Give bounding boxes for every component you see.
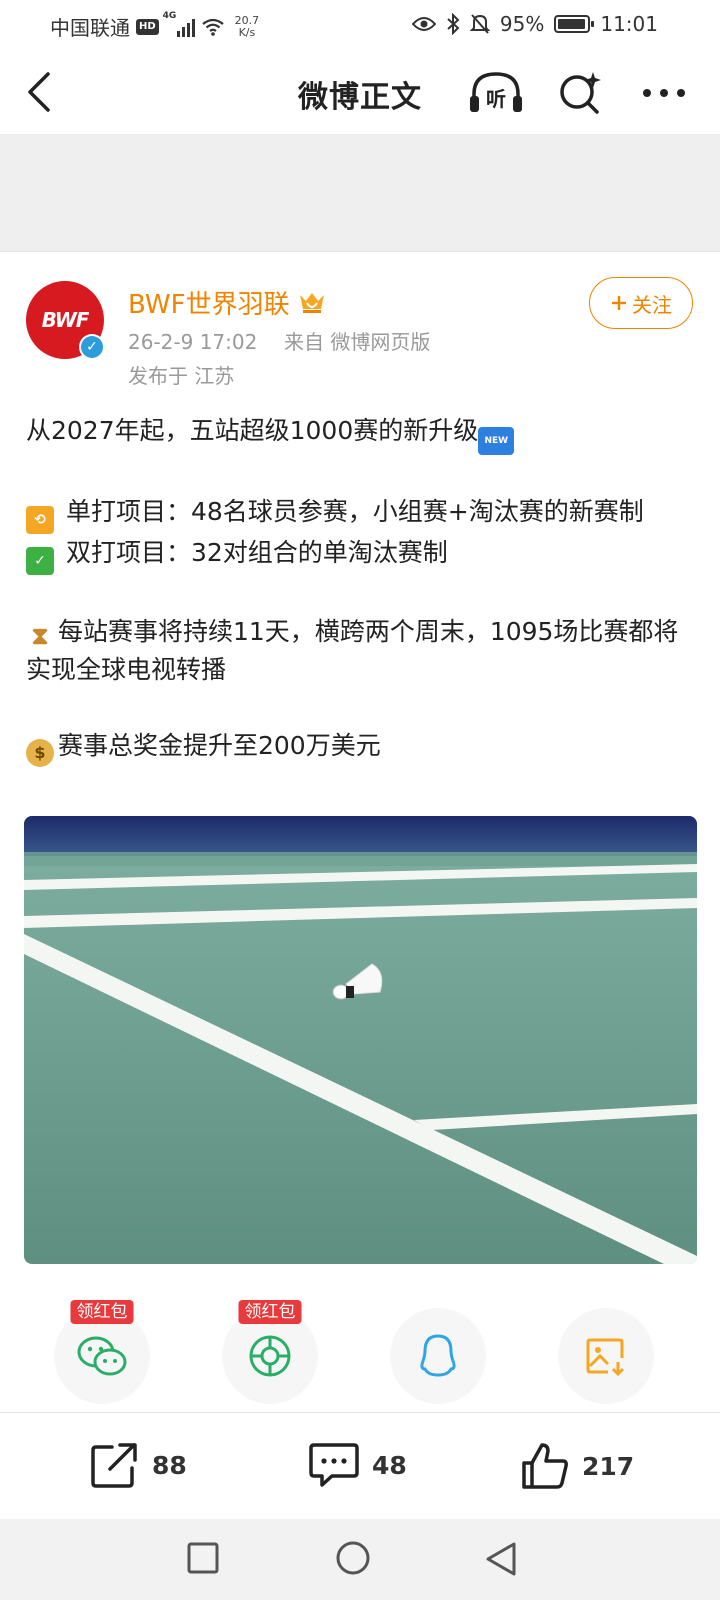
speed-unit: K/s bbox=[238, 25, 256, 39]
circle-home-icon bbox=[336, 1541, 370, 1575]
post-line-5: $ 赛事总奖金提升至200万美元 bbox=[26, 727, 696, 767]
thumbs-up-icon bbox=[522, 1443, 568, 1489]
post-image[interactable] bbox=[24, 816, 697, 1264]
post-body: 从2027年起，五站超级1000赛的新升级 NEW ⟲ 单打项目：48名球员参赛，… bbox=[26, 412, 696, 767]
post-text-2: 单打项目：48名球员参赛，小组赛+淘汰赛的新赛制 bbox=[65, 497, 644, 526]
save-image-icon bbox=[586, 1338, 625, 1377]
like-count: 217 bbox=[582, 1451, 635, 1481]
follow-label: 关注 bbox=[632, 292, 672, 317]
verified-badge: ✓ bbox=[79, 334, 105, 360]
home-button[interactable] bbox=[334, 1539, 372, 1581]
save-image-button[interactable] bbox=[558, 1308, 654, 1404]
author-name: BWF世界羽联 bbox=[128, 290, 290, 320]
signal-icon: 4G bbox=[163, 11, 195, 37]
bluetooth-icon bbox=[447, 13, 460, 35]
square-recents-icon bbox=[187, 1542, 219, 1574]
share-wechat-button[interactable]: 领红包 bbox=[54, 1300, 150, 1404]
wechat-icon bbox=[77, 1336, 127, 1376]
verified-check-icon: ✓ bbox=[81, 336, 103, 358]
mute-bell-icon bbox=[469, 14, 490, 34]
plus-icon bbox=[612, 296, 626, 310]
author-name-row[interactable]: BWF世界羽联 bbox=[128, 284, 326, 321]
comment-count: 48 bbox=[372, 1450, 407, 1480]
triangle-back-icon bbox=[486, 1542, 516, 1576]
wechat-red-packet-tag: 领红包 bbox=[70, 1300, 134, 1324]
post-source: 来自 微博网页版 bbox=[284, 330, 431, 354]
eye-icon bbox=[411, 17, 436, 31]
carrier-label: 中国联通 bbox=[50, 16, 130, 40]
moments-icon bbox=[249, 1335, 291, 1377]
more-button[interactable] bbox=[636, 68, 692, 118]
share-row: 领红包 领红包 bbox=[0, 1300, 720, 1410]
search-icon bbox=[560, 72, 601, 114]
post-text-1: 从2027年起，五站超级1000赛的新升级 bbox=[26, 416, 479, 445]
post-location: 发布于 江苏 bbox=[128, 364, 235, 388]
post-text-5: 赛事总奖金提升至200万美元 bbox=[58, 731, 381, 760]
hourglass-emoji-icon: ⧗ bbox=[31, 622, 49, 650]
badminton-court-photo bbox=[24, 816, 697, 1264]
battery-icon bbox=[554, 15, 595, 33]
share-qq-button[interactable] bbox=[390, 1308, 486, 1404]
qq-icon bbox=[420, 1334, 456, 1377]
post-blank-3 bbox=[26, 689, 696, 727]
moments-red-packet-tag: 领红包 bbox=[238, 1300, 302, 1324]
post-line-2: ⟲ 单打项目：48名球员参赛，小组赛+淘汰赛的新赛制 bbox=[26, 493, 696, 534]
money-bag-emoji-icon: $ bbox=[26, 739, 54, 767]
status-left: 中国联通 HD 4G 20.7 K/s bbox=[50, 11, 260, 41]
post-text-3: 双打项目：32对组合的单淘汰赛制 bbox=[65, 538, 448, 567]
post-line-4: ⧗ 每站赛事将持续11天，横跨两个周末，1095场比赛都将实现全球电视转播 bbox=[26, 613, 696, 689]
repost-icon bbox=[91, 1443, 137, 1488]
network-speed: 20.7 K/s bbox=[234, 13, 260, 39]
status-right: 95% 11:01 bbox=[411, 12, 658, 36]
nav-actions: 听 bbox=[468, 68, 692, 118]
status-bar: 中国联通 HD 4G 20.7 K/s 95% 11:01 bbox=[0, 0, 720, 52]
check-emoji-icon: ✓ bbox=[26, 547, 54, 575]
vip-badge-icon bbox=[299, 292, 324, 313]
bottom-action-bar: 88 48 217 bbox=[0, 1413, 720, 1519]
repeat-emoji-icon: ⟲ bbox=[26, 506, 54, 534]
speed-value: 20.7 bbox=[234, 13, 260, 27]
post-blank-1 bbox=[26, 455, 696, 493]
top-nav-bar: 微博正文 听 bbox=[0, 52, 720, 134]
wifi-icon bbox=[201, 18, 224, 36]
post-text-4: 每站赛事将持续11天，横跨两个周末，1095场比赛都将实现全球电视转播 bbox=[26, 617, 679, 684]
post-line-1: 从2027年起，五站超级1000赛的新升级 NEW bbox=[26, 412, 696, 455]
listen-button[interactable]: 听 bbox=[468, 68, 524, 118]
post-line-3: ✓ 双打项目：32对组合的单淘汰赛制 bbox=[26, 534, 696, 575]
like-button[interactable]: 217 bbox=[520, 1441, 634, 1491]
system-back-button[interactable] bbox=[484, 1541, 518, 1581]
share-moments-button[interactable]: 领红包 bbox=[222, 1300, 318, 1404]
repost-count: 88 bbox=[152, 1450, 187, 1480]
follow-button[interactable]: 关注 bbox=[589, 277, 693, 329]
network-type-label: 4G bbox=[162, 10, 177, 21]
battery-percent: 95% bbox=[499, 12, 545, 36]
post-timestamp: 26-2-9 17:02 bbox=[128, 330, 258, 354]
repost-button[interactable]: 88 bbox=[90, 1441, 187, 1489]
system-nav-bar bbox=[0, 1519, 720, 1600]
post-meta: 26-2-9 17:02 来自 微博网页版 bbox=[128, 326, 430, 355]
recents-button[interactable] bbox=[186, 1541, 220, 1579]
listen-label: 听 bbox=[486, 87, 506, 111]
search-button[interactable] bbox=[552, 68, 608, 118]
new-emoji-icon: NEW bbox=[478, 427, 515, 455]
more-icon bbox=[643, 89, 685, 97]
comment-button[interactable]: 48 bbox=[308, 1441, 407, 1489]
listen-headphone-icon: 听 bbox=[470, 72, 522, 112]
comment-icon bbox=[309, 1443, 359, 1487]
post-blank-2 bbox=[26, 575, 696, 613]
avatar-logo-text: BWF bbox=[41, 308, 90, 332]
hd-badge: HD bbox=[136, 18, 159, 35]
ad-placeholder-band bbox=[0, 134, 720, 252]
clock: 11:01 bbox=[600, 12, 658, 36]
